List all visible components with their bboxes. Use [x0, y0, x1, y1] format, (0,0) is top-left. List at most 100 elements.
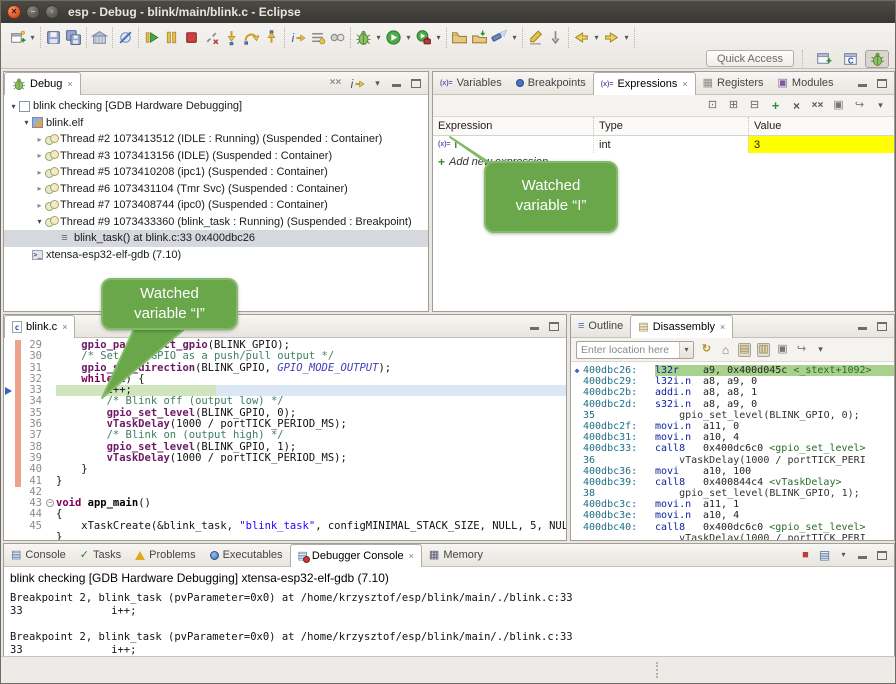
show-type-names-icon[interactable]: ⊡	[706, 99, 719, 113]
open-folder-icon[interactable]	[450, 28, 469, 46]
instruction-stepping-small-icon[interactable]: i	[348, 76, 365, 90]
resume-icon[interactable]	[142, 28, 161, 46]
search-icon[interactable]	[490, 28, 509, 46]
debug-tree-item[interactable]: >_xtensa-esp32-elf-gdb (7.10)	[4, 247, 428, 264]
breakpoint-margin[interactable]	[4, 532, 15, 540]
close-icon[interactable]: ×	[409, 551, 414, 561]
window-minimize-button[interactable]: –	[26, 5, 40, 19]
maximize-icon[interactable]	[547, 319, 560, 333]
chevron-down-icon[interactable]: ▾	[679, 342, 693, 358]
next-annotation-icon[interactable]	[546, 28, 565, 46]
display-selected-console-icon[interactable]: ▤	[818, 548, 831, 562]
close-icon[interactable]: ×	[720, 322, 725, 332]
open-import-icon[interactable]	[470, 28, 489, 46]
dropdown-icon[interactable]: ▾	[837, 548, 850, 562]
view-menu-icon[interactable]: ▾	[371, 76, 384, 90]
tab-executables[interactable]: Executables	[203, 544, 290, 566]
debug-tree-item[interactable]: ▸Thread #2 1073413512 (IDLE : Running) (…	[4, 131, 428, 148]
code-line[interactable]: 40 }	[4, 464, 566, 475]
breakpoint-margin[interactable]	[4, 498, 15, 509]
tab-outline[interactable]: ≡ Outline	[571, 315, 630, 337]
fold-collapse-icon[interactable]: −	[46, 499, 54, 507]
expand-icon[interactable]: ▸	[34, 151, 45, 160]
breakpoint-margin[interactable]	[4, 464, 15, 475]
breakpoint-margin[interactable]	[4, 396, 15, 407]
code-text[interactable]: }	[56, 476, 566, 487]
build-icon[interactable]	[90, 28, 109, 46]
tab-problems[interactable]: Problems	[128, 544, 202, 566]
tab-registers[interactable]: ▦ Registers	[696, 72, 771, 94]
breakpoint-margin[interactable]	[4, 363, 15, 374]
show-source-icon[interactable]: ▤	[738, 343, 751, 357]
maximize-icon[interactable]	[875, 319, 888, 333]
code-text[interactable]: void app_main()	[56, 498, 566, 509]
tab-breakpoints[interactable]: Breakpoints	[509, 72, 593, 94]
disassembly-listing[interactable]: ◆400dbc26:l32ra9, 0x400d045c <_stext+109…	[571, 364, 894, 540]
expand-icon[interactable]: ▸	[34, 201, 45, 210]
code-text[interactable]: }	[56, 464, 566, 475]
chevron-down-icon[interactable]: ▾	[374, 33, 383, 42]
collapse-all-icon[interactable]: ⊟	[748, 99, 761, 113]
debug-tree-item[interactable]: ▾Thread #9 1073433360 (blink_task : Runn…	[4, 214, 428, 231]
debug-tree-item[interactable]: ▸Thread #5 1073410208 (ipc1) (Suspended …	[4, 164, 428, 181]
view-menu-icon[interactable]: ▾	[874, 99, 887, 113]
open-perspective-button[interactable]	[811, 50, 835, 68]
maximize-icon[interactable]	[409, 76, 422, 90]
refresh-icon[interactable]: ↻	[700, 343, 713, 357]
code-text[interactable]: }	[56, 532, 566, 540]
minimize-icon[interactable]	[856, 548, 869, 562]
terminate-icon[interactable]	[182, 28, 201, 46]
chevron-down-icon[interactable]: ▾	[622, 33, 631, 42]
breakpoint-margin[interactable]	[4, 442, 15, 453]
chevron-down-icon[interactable]: ▾	[434, 33, 443, 42]
disassembly-line[interactable]: 400dbc3e:movi.na10, 4	[571, 510, 894, 521]
chevron-down-icon[interactable]: ▾	[404, 33, 413, 42]
column-type[interactable]: Type	[593, 117, 748, 135]
breakpoint-margin[interactable]	[4, 374, 15, 385]
skip-all-breakpoints-icon[interactable]	[116, 28, 135, 46]
location-combo[interactable]: Enter location here ▾	[576, 341, 694, 359]
open-new-view-icon[interactable]: ▣	[776, 343, 789, 357]
maximize-icon[interactable]	[875, 76, 888, 90]
tab-disassembly[interactable]: ▤ Disassembly ×	[630, 315, 733, 338]
expand-icon[interactable]: ▸	[34, 135, 45, 144]
breakpoint-margin[interactable]	[4, 521, 15, 532]
column-value[interactable]: Value	[748, 117, 894, 135]
tab-modules[interactable]: ▣ Modules	[771, 72, 841, 94]
disassembly-line[interactable]: 38 gpio_set_level(BLINK_GPIO, 1);	[571, 488, 894, 499]
code-text[interactable]: while(1) {	[56, 374, 566, 385]
disassembly-line[interactable]: 400dbc2d:s32i.na8, a9, 0	[571, 399, 894, 410]
breakpoint-margin[interactable]	[4, 340, 15, 351]
code-text[interactable]: vTaskDelay(1000 / portTICK_PERIOD_MS);	[56, 453, 566, 464]
disassembly-line[interactable]: 400dbc3c:movi.na11, 1	[571, 499, 894, 510]
tab-blink-c[interactable]: c blink.c ×	[4, 315, 75, 338]
forward-icon[interactable]	[602, 28, 621, 46]
code-text[interactable]: xTaskCreate(&blink_task, "blink_task", c…	[56, 521, 566, 532]
expand-icon[interactable]: ▸	[34, 184, 45, 193]
chevron-down-icon[interactable]: ▾	[592, 33, 601, 42]
code-line[interactable]: 43−void app_main()	[4, 498, 566, 509]
expression-row[interactable]: (x)=iint3	[433, 136, 894, 153]
tab-tasks[interactable]: ✓ Tasks	[73, 544, 128, 566]
expression-value-cell[interactable]: 3	[748, 136, 894, 153]
tab-variables[interactable]: (x)= Variables	[433, 72, 509, 94]
link-with-debug-icon[interactable]: ↪	[853, 99, 866, 113]
step-into-icon[interactable]	[222, 28, 241, 46]
terminate-icon[interactable]: ■	[799, 548, 812, 562]
code-line[interactable]: 45 xTaskCreate(&blink_task, "blink_task"…	[4, 521, 566, 532]
column-expression[interactable]: Expression	[433, 117, 593, 135]
collapse-icon[interactable]: ▾	[21, 118, 32, 127]
maximize-icon[interactable]	[875, 548, 888, 562]
tab-memory[interactable]: ▦ Memory	[422, 544, 490, 566]
show-symbols-icon[interactable]: ▥	[757, 343, 770, 357]
run-icon[interactable]	[384, 28, 403, 46]
debug-tree-item[interactable]: ▸Thread #3 1073413156 (IDLE) (Suspended …	[4, 148, 428, 165]
breakpoint-margin[interactable]	[4, 509, 15, 520]
close-icon[interactable]: ×	[62, 322, 67, 332]
minimize-icon[interactable]	[390, 76, 403, 90]
external-tools-icon[interactable]	[414, 28, 433, 46]
trace-icon[interactable]	[328, 28, 347, 46]
tab-expressions[interactable]: (x)= Expressions ×	[593, 72, 696, 95]
step-return-icon[interactable]	[262, 28, 281, 46]
step-over-icon[interactable]	[242, 28, 261, 46]
